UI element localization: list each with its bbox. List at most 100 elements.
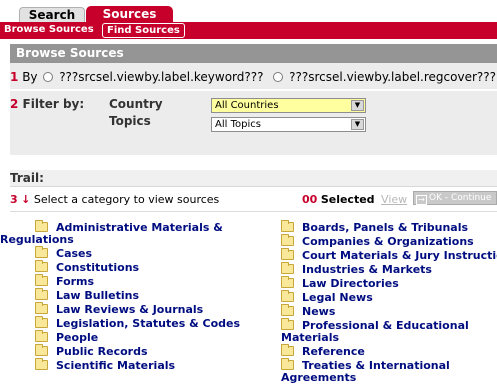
topics-label: Topics [109, 114, 151, 128]
category-label[interactable]: Constitutions [56, 261, 139, 274]
category-label[interactable]: Law Bulletins [56, 289, 139, 302]
by-label: By [22, 70, 38, 84]
category-list-right: Boards, Panels & Tribunals Companies & O… [281, 220, 497, 386]
topics-select-value: All Topics [215, 119, 261, 130]
category-treaties-international[interactable]: Treaties & International Agreements [281, 358, 497, 384]
folder-icon [35, 316, 48, 328]
category-label[interactable]: Reference [302, 345, 365, 358]
step-number: 2 [10, 97, 19, 111]
tab-bar: Search Sources Browse Sources Find Sourc… [0, 0, 497, 39]
category-label[interactable]: Forms [56, 275, 94, 288]
subtab-find-sources[interactable]: Find Sources [102, 23, 185, 38]
folder-icon [281, 262, 294, 274]
category-label[interactable]: Administrative Materials & [56, 221, 223, 234]
category-label[interactable]: News [302, 305, 335, 318]
category-industries-markets[interactable]: Industries & Markets [281, 262, 497, 276]
category-legislation-statutes-codes[interactable]: Legislation, Statutes & Codes [35, 316, 265, 330]
instruction-text: Select a category to view sources [33, 193, 220, 206]
divider [10, 89, 497, 91]
radio-regcover[interactable] [273, 72, 284, 82]
folder-icon [281, 220, 294, 232]
divider [10, 211, 497, 212]
category-label[interactable]: Boards, Panels & Tribunals [302, 221, 468, 234]
tab-sources[interactable]: Sources [86, 6, 173, 22]
category-professional-educational[interactable]: Professional & Educational Materials [281, 318, 497, 344]
category-label[interactable]: People [56, 331, 98, 344]
filter-row-label: 2 Filter by: [10, 97, 84, 111]
category-label[interactable]: Legislation, Statutes & Codes [56, 317, 240, 330]
folder-icon [281, 304, 294, 316]
country-select[interactable]: All Countries ▼ [211, 98, 366, 113]
category-label-cont[interactable]: Regulations [0, 233, 74, 246]
folder-icon [35, 330, 48, 342]
chevron-down-icon[interactable]: ▼ [351, 100, 364, 111]
category-label-cont[interactable]: Agreements [281, 371, 356, 384]
folder-icon [281, 290, 294, 302]
category-label[interactable]: Law Reviews & Journals [56, 303, 203, 316]
category-label[interactable]: Legal News [302, 291, 373, 304]
selected-count: 00 [302, 193, 318, 206]
selected-count-area: 00 Selected View [302, 193, 407, 206]
category-boards-panels-tribunals[interactable]: Boards, Panels & Tribunals [281, 220, 497, 234]
category-forms[interactable]: Forms [35, 274, 265, 288]
selected-label: Selected [320, 193, 375, 206]
country-label: Country [109, 97, 163, 111]
category-law-directories[interactable]: Law Directories [281, 276, 497, 290]
folder-icon [281, 358, 294, 370]
radio-regcover-label[interactable]: ???srcsel.viewby.label.regcover??? [289, 70, 496, 84]
folder-icon [35, 358, 48, 370]
category-legal-news[interactable]: Legal News [281, 290, 497, 304]
radio-keyword[interactable] [43, 72, 54, 82]
category-scientific-materials[interactable]: Scientific Materials [35, 358, 265, 372]
category-label-cont[interactable]: Materials [281, 331, 339, 344]
sub-tab-bar: Browse Sources Find Sources [0, 22, 497, 39]
category-companies-organizations[interactable]: Companies & Organizations [281, 234, 497, 248]
ok-continue-button[interactable]: → OK - Continue [413, 191, 497, 205]
folder-icon [281, 248, 294, 260]
browse-sources-panel: Browse Sources 1 By ???srcsel.viewby.lab… [10, 44, 497, 155]
category-reference[interactable]: Reference [281, 344, 497, 358]
category-label[interactable]: Cases [56, 247, 92, 260]
folder-icon [35, 260, 48, 272]
arrow-down-icon: ↓ [21, 193, 31, 206]
folder-icon [35, 246, 48, 258]
filter-by-label: Filter by: [22, 97, 85, 111]
category-label[interactable]: Scientific Materials [56, 359, 175, 372]
step-3-instruction: 3 ↓ Select a category to view sources [10, 193, 219, 206]
folder-icon [35, 302, 48, 314]
folder-icon [35, 274, 48, 286]
radio-keyword-label[interactable]: ???srcsel.viewby.label.keyword??? [59, 70, 263, 84]
category-list-left: Administrative Materials & Regulations C… [0, 220, 265, 374]
folder-icon [35, 288, 48, 300]
trail-bar: Trail: [10, 170, 497, 187]
view-link[interactable]: View [381, 193, 407, 206]
category-law-reviews-journals[interactable]: Law Reviews & Journals [35, 302, 265, 316]
folder-icon [281, 318, 294, 330]
category-law-bulletins[interactable]: Law Bulletins [35, 288, 265, 302]
category-cases[interactable]: Cases [35, 246, 265, 260]
country-select-value: All Countries [215, 100, 279, 111]
panel-header: Browse Sources [10, 44, 497, 63]
arrow-right-icon: → [416, 195, 427, 205]
category-label[interactable]: Court Materials & Jury Instructions [302, 249, 497, 262]
chevron-down-icon[interactable]: ▼ [351, 119, 364, 130]
category-label[interactable]: Law Directories [302, 277, 399, 290]
category-court-materials[interactable]: Court Materials & Jury Instructions [281, 248, 497, 262]
step-number: 3 [10, 193, 18, 206]
tab-search[interactable]: Search [19, 7, 85, 22]
folder-icon [281, 234, 294, 246]
view-by-row: 1 By ???srcsel.viewby.label.keyword??? ?… [10, 70, 496, 84]
category-news[interactable]: News [281, 304, 497, 318]
category-label[interactable]: Industries & Markets [302, 263, 432, 276]
category-label[interactable]: Public Records [56, 345, 148, 358]
category-constitutions[interactable]: Constitutions [35, 260, 265, 274]
subtab-browse-sources[interactable]: Browse Sources [4, 24, 94, 35]
category-people[interactable]: People [35, 330, 265, 344]
category-label[interactable]: Companies & Organizations [302, 235, 474, 248]
ok-continue-label: OK - Continue [429, 193, 492, 203]
folder-icon [35, 220, 48, 232]
topics-select[interactable]: All Topics ▼ [211, 117, 366, 132]
category-administrative-materials[interactable]: Administrative Materials & Regulations [0, 220, 265, 246]
category-public-records[interactable]: Public Records [35, 344, 265, 358]
step-number: 1 [10, 70, 19, 84]
